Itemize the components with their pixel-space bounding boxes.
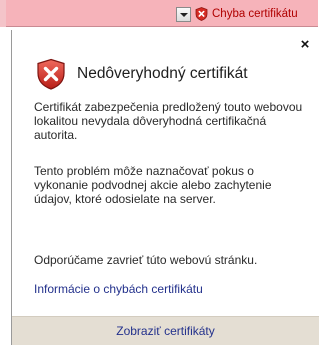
popup-footer: Zobraziť certifikáty <box>12 316 319 345</box>
recommendation-text: Odporúčame zavrieť túto webovú stránku. <box>34 253 258 267</box>
certificate-error-label: Chyba certifikátu <box>212 8 298 20</box>
shield-error-icon <box>195 7 208 21</box>
popup-title: Nedôveryhodný certifikát <box>77 65 248 82</box>
certificate-error-button[interactable]: Chyba certifikátu <box>193 4 318 24</box>
address-dropdown-button[interactable] <box>176 7 191 22</box>
address-field-edge[interactable] <box>0 0 6 27</box>
risk-warning-text: Tento problém môže naznačovať pokus o vy… <box>34 164 272 206</box>
cert-errors-info-link[interactable]: Informácie o chybách certifikátu <box>34 282 203 296</box>
shield-error-icon <box>37 58 65 90</box>
address-bar: Chyba certifikátu <box>0 0 318 27</box>
view-certificates-link[interactable]: Zobraziť certifikáty <box>116 324 215 338</box>
popup-header: Nedôveryhodný certifikát <box>35 58 248 90</box>
cert-untrusted-text: Certifikát zabezpečenia predložený touto… <box>34 100 303 142</box>
close-icon[interactable]: × <box>298 37 312 52</box>
certificate-error-popup: × Nedôveryhodný certifikát Certifikát za… <box>11 30 319 345</box>
